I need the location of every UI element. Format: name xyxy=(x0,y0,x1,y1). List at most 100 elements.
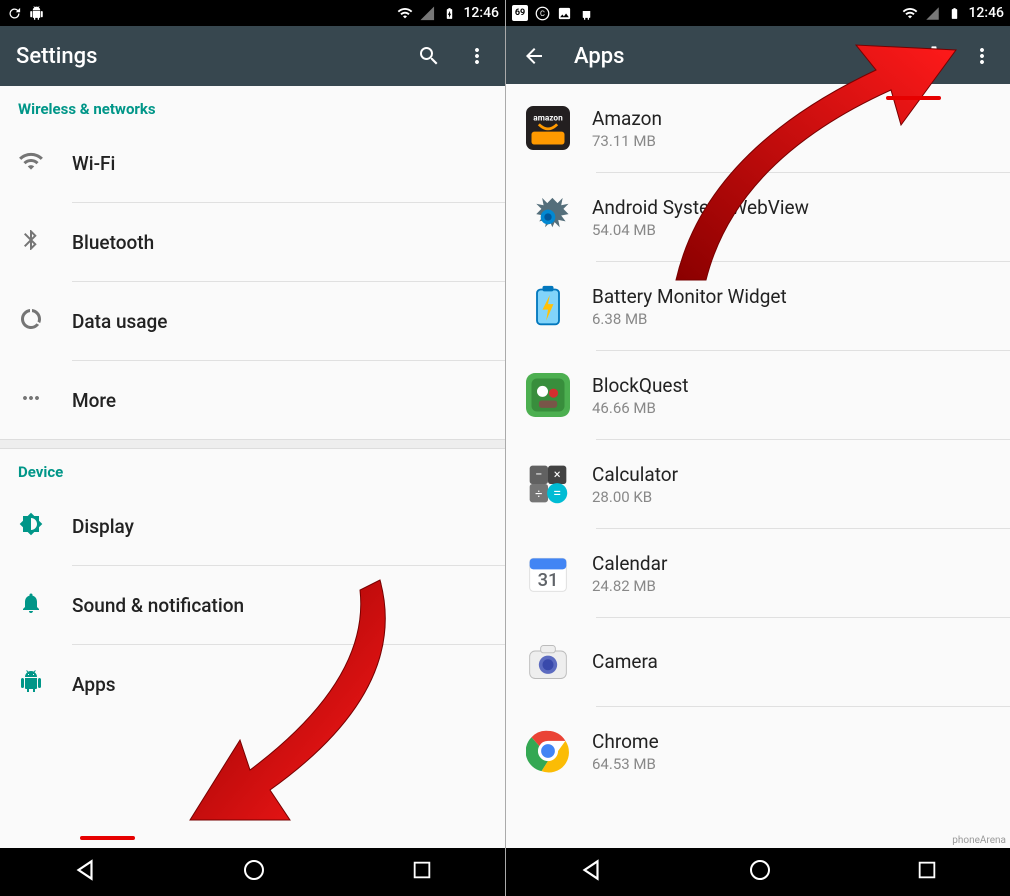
battery-icon xyxy=(441,5,457,21)
app-size: 28.00 KB xyxy=(592,488,678,506)
app-name: Calculator xyxy=(592,463,678,486)
settings-label: Sound & notification xyxy=(72,594,244,617)
nav-recent[interactable] xyxy=(411,859,433,885)
annotation-underline xyxy=(886,96,941,100)
settings-label: Data usage xyxy=(72,310,167,333)
app-size: 64.53 MB xyxy=(592,755,659,773)
settings-label: More xyxy=(72,389,116,412)
blockquest-icon xyxy=(524,371,572,419)
wifi-status-icon xyxy=(902,5,918,21)
app-name: BlockQuest xyxy=(592,374,689,397)
status-bar: 69 C 12:46 xyxy=(506,0,1010,26)
app-item-battery[interactable]: Battery Monitor Widget 6.38 MB xyxy=(506,262,1010,350)
overflow-menu-button[interactable] xyxy=(970,44,994,68)
app-name: Chrome xyxy=(592,730,659,753)
battery-icon xyxy=(524,282,572,330)
svg-text:×: × xyxy=(554,468,561,483)
status-time: 12:46 xyxy=(968,5,1004,21)
calculator-icon: −× ÷ = xyxy=(524,460,572,508)
settings-label: Bluetooth xyxy=(72,231,154,254)
battery-icon xyxy=(946,5,962,21)
back-button[interactable] xyxy=(522,44,546,68)
section-device: Device xyxy=(0,449,505,487)
settings-item-wifi[interactable]: Wi-Fi xyxy=(0,124,505,202)
signal-icon xyxy=(419,5,435,21)
app-size: 6.38 MB xyxy=(592,310,787,328)
status-time: 12:46 xyxy=(463,5,499,21)
page-title: Apps xyxy=(574,44,624,69)
gear-button[interactable] xyxy=(922,44,946,68)
app-size: 54.04 MB xyxy=(592,221,809,239)
wifi-status-icon xyxy=(397,5,413,21)
svg-text:÷: ÷ xyxy=(535,487,542,502)
settings-item-sound[interactable]: Sound & notification xyxy=(0,566,505,644)
settings-item-bluetooth[interactable]: Bluetooth xyxy=(0,203,505,281)
phone-settings: 12:46 Settings Wireless & networks Wi-Fi… xyxy=(0,0,505,896)
app-size: 73.11 MB xyxy=(592,132,662,150)
app-item-calculator[interactable]: −× ÷ = Calculator 28.00 KB xyxy=(506,440,1010,528)
phone-apps: 69 C 12:46 Apps amazon Amazon xyxy=(505,0,1010,896)
app-name: Calendar xyxy=(592,552,667,575)
app-size: 24.82 MB xyxy=(592,577,667,595)
settings-item-apps[interactable]: Apps xyxy=(0,645,505,723)
app-bar-apps: Apps xyxy=(506,26,1010,86)
signal-icon xyxy=(924,5,940,21)
app-item-webview[interactable]: Android System WebView 54.04 MB xyxy=(506,173,1010,261)
app-item-calendar[interactable]: 31 Calendar 24.82 MB xyxy=(506,529,1010,617)
app-item-chrome[interactable]: Chrome 64.53 MB xyxy=(506,707,1010,795)
svg-text:amazon: amazon xyxy=(533,114,563,124)
android-icon xyxy=(28,5,44,21)
apps-content[interactable]: amazon Amazon 73.11 MB Android System We… xyxy=(506,84,1010,848)
nav-back[interactable] xyxy=(72,857,98,887)
annotation-underline xyxy=(80,836,135,840)
svg-text:=: = xyxy=(553,484,561,502)
settings-label: Apps xyxy=(72,673,116,696)
sound-icon xyxy=(18,591,44,619)
wifi-icon xyxy=(18,148,44,178)
svg-text:C: C xyxy=(540,9,545,18)
nav-home[interactable] xyxy=(242,858,266,886)
page-title: Settings xyxy=(16,44,97,69)
data-usage-icon xyxy=(18,307,44,335)
calendar-icon: 31 xyxy=(524,549,572,597)
svg-text:31: 31 xyxy=(538,570,559,591)
app-name: Amazon xyxy=(592,107,662,130)
status-bar: 12:46 xyxy=(0,0,505,26)
display-icon xyxy=(18,512,44,540)
app-name: Battery Monitor Widget xyxy=(592,285,787,308)
nav-bar xyxy=(506,848,1010,896)
svg-text:−: − xyxy=(535,468,542,483)
more-icon xyxy=(18,386,44,414)
nav-recent[interactable] xyxy=(916,859,938,885)
nav-home[interactable] xyxy=(748,858,772,886)
webview-icon xyxy=(524,193,572,241)
section-wireless: Wireless & networks xyxy=(0,86,505,124)
badge-icon: 69 xyxy=(512,5,528,21)
bluetooth-icon xyxy=(18,228,44,256)
app-name: Android System WebView xyxy=(592,196,809,219)
app-item-camera[interactable]: Camera xyxy=(506,618,1010,706)
watermark: phoneArena xyxy=(952,835,1006,846)
search-button[interactable] xyxy=(417,44,441,68)
settings-label: Display xyxy=(72,515,134,538)
amazon-icon: amazon xyxy=(524,104,572,152)
nav-bar xyxy=(0,848,505,896)
app-bar-settings: Settings xyxy=(0,26,505,86)
refresh-icon xyxy=(6,5,22,21)
settings-label: Wi-Fi xyxy=(72,152,115,175)
chrome-icon xyxy=(524,727,572,775)
camera-icon xyxy=(524,638,572,686)
apps-icon xyxy=(18,670,44,698)
settings-content[interactable]: Wireless & networks Wi-Fi Bluetooth Data… xyxy=(0,86,505,848)
overflow-menu-button[interactable] xyxy=(465,44,489,68)
android-icon xyxy=(578,5,594,21)
settings-item-display[interactable]: Display xyxy=(0,487,505,565)
nav-back[interactable] xyxy=(578,857,604,887)
app-item-blockquest[interactable]: BlockQuest 46.66 MB xyxy=(506,351,1010,439)
app-name: Camera xyxy=(592,650,658,673)
image-icon xyxy=(556,5,572,21)
settings-item-data-usage[interactable]: Data usage xyxy=(0,282,505,360)
c-icon: C xyxy=(534,5,550,21)
app-size: 46.66 MB xyxy=(592,399,689,417)
settings-item-more[interactable]: More xyxy=(0,361,505,439)
